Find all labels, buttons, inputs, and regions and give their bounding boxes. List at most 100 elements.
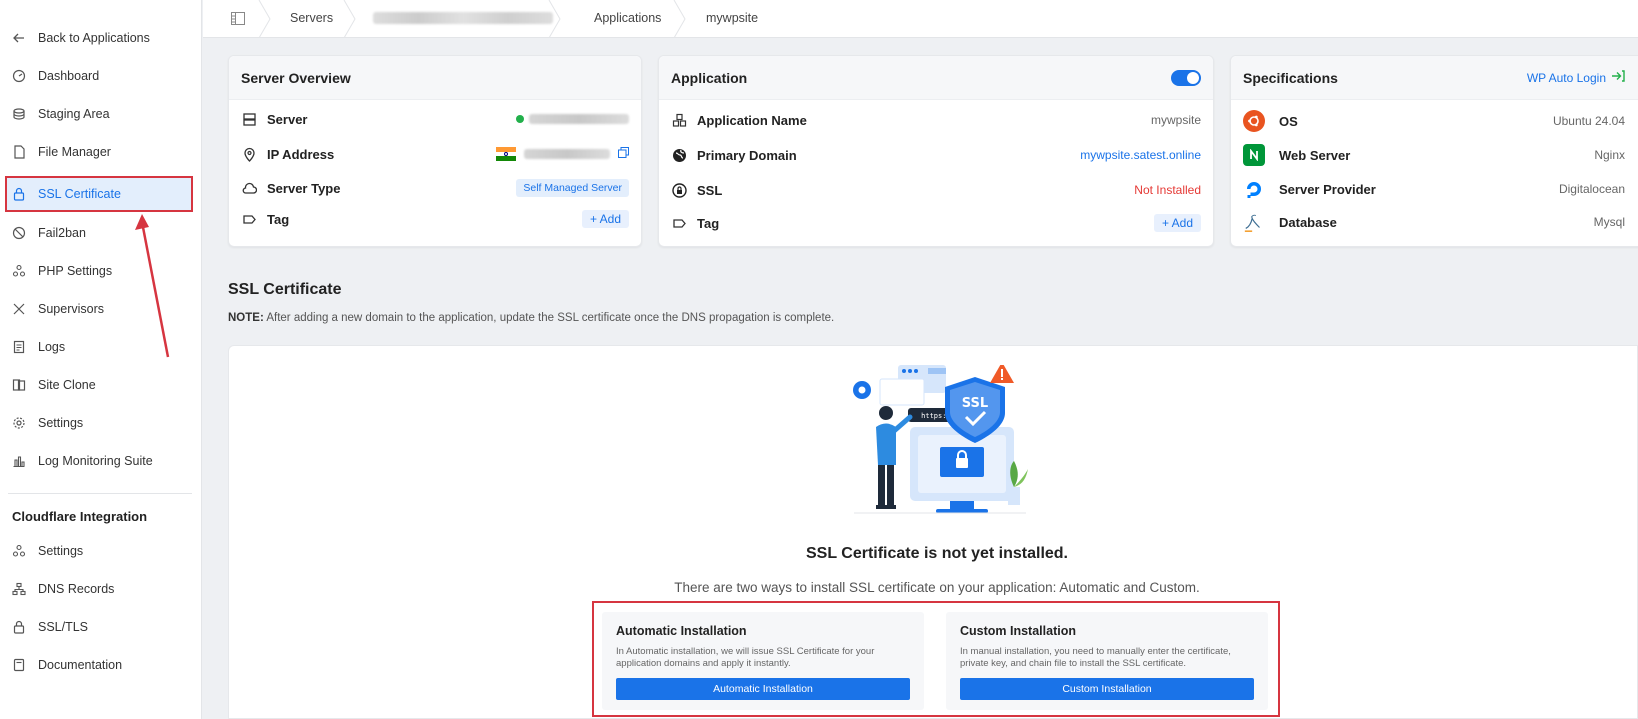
application-toggle[interactable] bbox=[1171, 69, 1201, 86]
ssl-ways-description: There are two ways to install SSL certif… bbox=[0, 580, 1638, 595]
server-icon bbox=[241, 111, 257, 127]
sidebar-item-fail2ban[interactable]: Fail2ban bbox=[12, 223, 86, 243]
sidebar-item-documentation[interactable]: Documentation bbox=[12, 655, 122, 675]
doc-icon bbox=[12, 658, 26, 672]
sidebar: Back to Applications Dashboard Staging A… bbox=[0, 0, 202, 719]
ubuntu-logo-icon bbox=[1243, 110, 1265, 132]
server-type-label: Server Type bbox=[267, 180, 341, 196]
breadcrumb-separator bbox=[673, 0, 686, 39]
sidebar-item-ssl-certificate[interactable]: SSL Certificate bbox=[12, 184, 121, 204]
card-title: Application bbox=[671, 69, 748, 86]
sidebar-item-site-clone[interactable]: Site Clone bbox=[12, 375, 96, 395]
ip-row: IP Address bbox=[241, 143, 629, 165]
breadcrumb-applications[interactable]: Applications bbox=[594, 11, 661, 25]
back-to-applications-link[interactable]: Back to Applications bbox=[12, 28, 150, 48]
ssl-note: NOTE: After adding a new domain to the a… bbox=[228, 312, 834, 324]
provider-value: Digitalocean bbox=[1558, 182, 1625, 196]
gear-icon bbox=[12, 416, 26, 430]
sidebar-item-staging[interactable]: Staging Area bbox=[12, 104, 110, 124]
provider-row: Server Provider Digitalocean bbox=[1243, 178, 1625, 200]
ssl-ways-text: There are two ways to install SSL certif… bbox=[674, 580, 1200, 595]
web-server-value: Nginx bbox=[1594, 148, 1625, 162]
ip-label: IP Address bbox=[267, 146, 335, 162]
sidebar-item-label: Site Clone bbox=[38, 378, 96, 392]
sidebar-item-label: SSL Certificate bbox=[38, 187, 121, 201]
copy-icon[interactable] bbox=[618, 147, 629, 161]
automatic-installation-button[interactable]: Automatic Installation bbox=[616, 678, 910, 700]
log-icon bbox=[12, 340, 26, 354]
globe-icon bbox=[671, 147, 687, 163]
domain-label: Primary Domain bbox=[697, 147, 797, 163]
ssl-section-title: SSL Certificate bbox=[228, 281, 342, 298]
sidebar-item-log-monitoring[interactable]: Log Monitoring Suite bbox=[12, 451, 153, 471]
gear-icon bbox=[853, 381, 871, 399]
sidebar-toggle-icon[interactable] bbox=[231, 12, 245, 28]
server-name-redacted bbox=[529, 114, 629, 124]
lock-icon bbox=[12, 620, 26, 634]
auto-title: Automatic Installation bbox=[616, 624, 747, 638]
app-name-label: Application Name bbox=[697, 112, 807, 128]
database-row: Database Mysql bbox=[1243, 211, 1625, 233]
tag-label: Tag bbox=[267, 211, 290, 227]
domain-link[interactable]: mywpsite.satest.online bbox=[1080, 148, 1201, 162]
ssl-illustration: https:// SSL bbox=[853, 365, 1028, 514]
dashboard-icon bbox=[12, 69, 26, 83]
file-icon bbox=[12, 145, 26, 159]
cubes-icon bbox=[671, 112, 687, 128]
sidebar-item-supervisors[interactable]: Supervisors bbox=[12, 299, 104, 319]
wp-auto-login-link[interactable]: WP Auto Login bbox=[1527, 70, 1625, 85]
provider-label: Server Provider bbox=[1279, 181, 1376, 197]
app-tag-row: Tag + Add bbox=[671, 212, 1201, 234]
custom-installation-card: Custom Installation In manual installati… bbox=[946, 612, 1268, 710]
breadcrumb-separator bbox=[548, 0, 561, 39]
cloud-icon bbox=[241, 180, 257, 196]
sidebar-item-ssl-tls[interactable]: SSL/TLS bbox=[12, 617, 88, 637]
auto-desc: In Automatic installation, we will issue… bbox=[616, 646, 875, 669]
note-text: After adding a new domain to the applica… bbox=[263, 312, 835, 324]
custom-installation-button[interactable]: Custom Installation bbox=[960, 678, 1254, 700]
sidebar-item-label: Logs bbox=[38, 340, 66, 354]
sidebar-item-settings[interactable]: Settings bbox=[12, 413, 83, 433]
arrow-left-icon bbox=[12, 31, 26, 45]
cloudflare-heading: Cloudflare Integration bbox=[12, 509, 148, 524]
clone-icon bbox=[12, 378, 26, 392]
sidebar-item-dashboard[interactable]: Dashboard bbox=[12, 66, 99, 86]
nginx-logo-icon bbox=[1243, 144, 1265, 166]
server-label: Server bbox=[267, 111, 308, 127]
add-app-tag-button[interactable]: + Add bbox=[1153, 214, 1201, 232]
sidebar-item-file-manager[interactable]: File Manager bbox=[12, 142, 111, 162]
breadcrumb-servers[interactable]: Servers bbox=[290, 11, 333, 25]
web-server-label: Web Server bbox=[1279, 147, 1351, 163]
ban-icon bbox=[12, 226, 26, 240]
warning-icon bbox=[990, 365, 1014, 383]
tools-icon bbox=[12, 302, 26, 316]
add-tag-button[interactable]: + Add bbox=[581, 210, 629, 228]
breadcrumb-separator bbox=[343, 0, 356, 39]
breadcrumb-separator bbox=[258, 0, 271, 39]
sidebar-item-label: Settings bbox=[38, 416, 84, 430]
staging-icon bbox=[12, 107, 26, 121]
web-server-row: Web Server Nginx bbox=[1243, 144, 1625, 166]
ssl-shield-label: SSL bbox=[962, 396, 988, 411]
wp-auto-login-label: WP Auto Login bbox=[1526, 70, 1606, 85]
digitalocean-logo-icon bbox=[1243, 178, 1265, 200]
sidebar-item-php-settings[interactable]: PHP Settings bbox=[12, 261, 112, 281]
sidebar-item-label: Documentation bbox=[38, 658, 123, 672]
tag-row: Tag + Add bbox=[241, 208, 629, 230]
app-name-value: mywpsite bbox=[1150, 113, 1201, 127]
chart-icon bbox=[12, 454, 26, 468]
breadcrumb-server-name-redacted[interactable] bbox=[373, 12, 553, 24]
sidebar-item-label: Fail2ban bbox=[38, 226, 86, 240]
specifications-card: Specifications WP Auto Login OS Ubuntu 2… bbox=[1230, 55, 1638, 247]
breadcrumb: Servers Applications mywpsite bbox=[203, 0, 1638, 39]
os-value: Ubuntu 24.04 bbox=[1552, 114, 1625, 128]
server-overview-card: Server Overview Server IP Address Server… bbox=[228, 55, 642, 247]
card-title: Specifications bbox=[1243, 69, 1338, 86]
application-card: Application Application Name mywpsite Pr… bbox=[658, 55, 1214, 247]
breadcrumb-current: mywpsite bbox=[706, 11, 759, 25]
note-prefix: NOTE: bbox=[228, 312, 264, 324]
india-flag-icon bbox=[496, 147, 516, 162]
card-title: Server Overview bbox=[241, 69, 351, 86]
sidebar-item-logs[interactable]: Logs bbox=[12, 337, 65, 357]
lock-icon bbox=[12, 187, 26, 201]
